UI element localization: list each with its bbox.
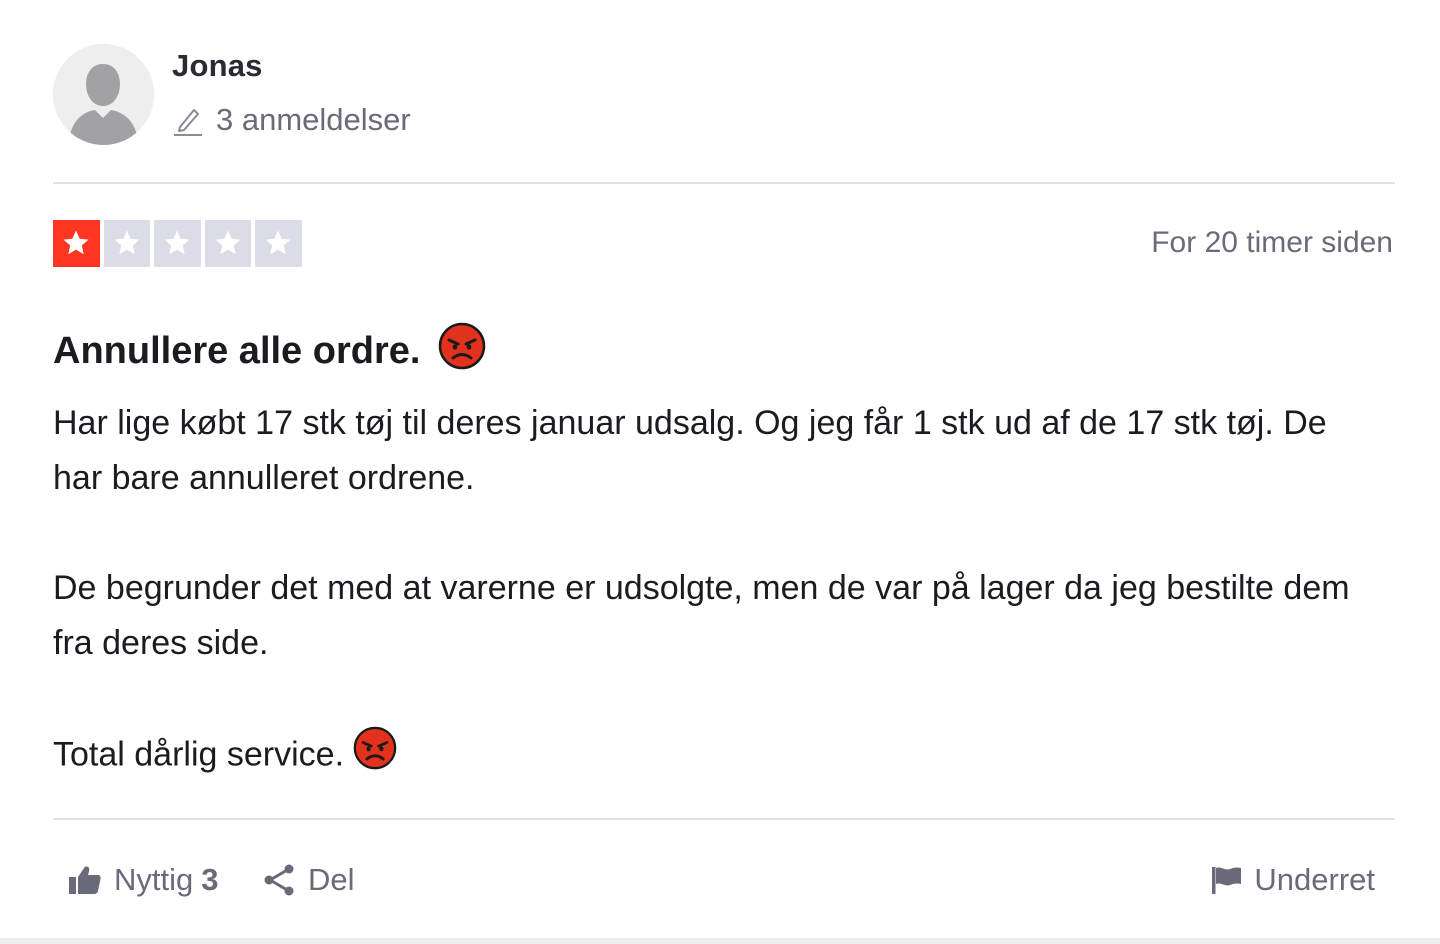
star-empty bbox=[255, 220, 302, 267]
star-icon bbox=[215, 230, 241, 255]
report-button[interactable]: Underret bbox=[1210, 852, 1375, 908]
footer-divider bbox=[53, 818, 1395, 820]
share-button[interactable]: Del bbox=[262, 852, 355, 908]
angry-face-emoji-icon bbox=[353, 726, 397, 787]
angry-face-emoji-icon bbox=[438, 322, 486, 380]
user-silhouette-icon bbox=[53, 44, 154, 145]
star-icon bbox=[164, 230, 190, 255]
useful-label: Nyttig bbox=[114, 862, 194, 897]
review-paragraph: De begrunder det med at varerne er udsol… bbox=[53, 569, 1350, 662]
thumbs-up-icon bbox=[69, 866, 101, 894]
review-paragraph-last: Total dårlig service. bbox=[53, 726, 1383, 787]
star-empty bbox=[103, 220, 150, 267]
star-rating bbox=[53, 220, 302, 267]
useful-count: 3 bbox=[201, 862, 219, 897]
star-icon bbox=[265, 230, 291, 255]
consumer-avatar[interactable] bbox=[53, 44, 154, 145]
header-divider bbox=[53, 182, 1395, 184]
review-paragraph-text: Total dårlig service. bbox=[53, 735, 345, 774]
review-count[interactable]: 3 anmeldelser bbox=[172, 102, 411, 138]
report-label: Underret bbox=[1254, 862, 1375, 897]
share-icon bbox=[264, 864, 294, 896]
review-title-text: Annullere alle ordre. bbox=[53, 329, 421, 372]
useful-button[interactable]: Nyttig 3 bbox=[68, 852, 219, 908]
star-icon bbox=[63, 230, 89, 255]
review-card: Jonas 3 anmeldelser For 20 timer siden A… bbox=[0, 0, 1440, 938]
share-label: Del bbox=[308, 862, 355, 897]
star-empty bbox=[154, 220, 201, 267]
flag-icon bbox=[1212, 867, 1242, 894]
review-title[interactable]: Annullere alle ordre. bbox=[53, 322, 486, 380]
review-paragraph: Har lige købt 17 stk tøj til deres janua… bbox=[53, 404, 1327, 497]
star-icon bbox=[114, 230, 140, 255]
pencil-icon bbox=[174, 109, 202, 136]
review-count-label: 3 anmeldelser bbox=[216, 102, 411, 137]
review-body: Har lige købt 17 stk tøj til deres janua… bbox=[53, 396, 1383, 787]
card-bottom-edge bbox=[0, 938, 1440, 944]
review-date: For 20 timer siden bbox=[1151, 226, 1393, 259]
star-filled bbox=[53, 220, 100, 267]
review-actions: Nyttig 3 Del Underret bbox=[0, 852, 1440, 908]
star-empty bbox=[204, 220, 251, 267]
consumer-name[interactable]: Jonas bbox=[172, 48, 263, 84]
